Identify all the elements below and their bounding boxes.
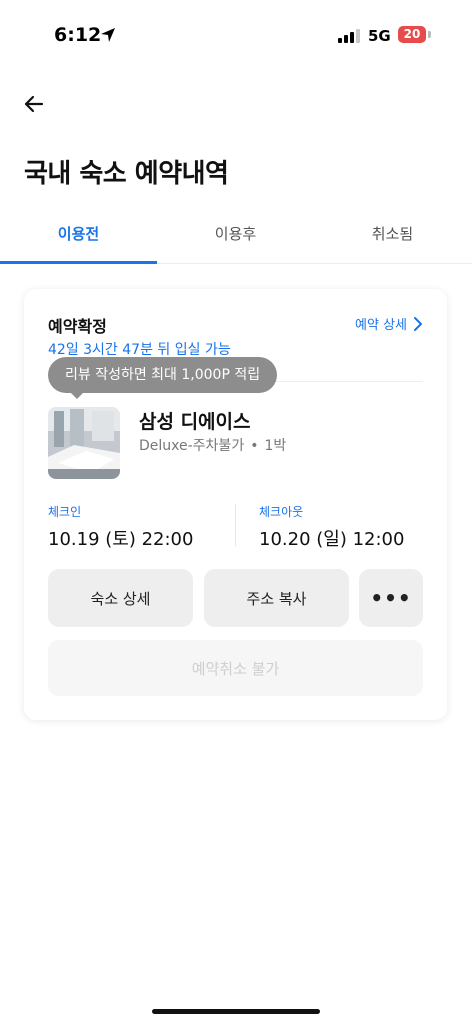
tab-before-use[interactable]: 이용전 xyxy=(0,223,157,244)
copy-address-button[interactable]: 주소 복사 xyxy=(204,569,349,627)
location-arrow-icon xyxy=(101,28,115,42)
cancel-unavailable-button[interactable]: 예약취소 불가 xyxy=(48,640,423,696)
review-points-tooltip: 리뷰 작성하면 최대 1,000P 적립 xyxy=(48,357,278,399)
battery-tip xyxy=(428,31,431,38)
network-type: 5G xyxy=(368,27,391,45)
tooltip-tail xyxy=(70,392,84,399)
battery-icon: 20 xyxy=(398,26,426,43)
checkout-value: 10.20 (일) 12:00 xyxy=(259,529,405,550)
back-arrow-icon[interactable] xyxy=(18,88,50,120)
tab-bar: 이용전 이용후 취소됨 xyxy=(0,205,472,264)
status-bar: 6:12 5G 20 xyxy=(0,0,472,70)
hotel-name: 삼성 디에이스 xyxy=(139,411,251,433)
hotel-detail-button[interactable]: 숙소 상세 xyxy=(48,569,193,627)
cellular-signal-icon xyxy=(338,28,362,43)
reservation-detail-label: 예약 상세 xyxy=(355,318,407,333)
page-title: 국내 숙소 예약내역 xyxy=(24,159,229,189)
checkin-value: 10.19 (토) 22:00 xyxy=(48,529,194,550)
checkin-label: 체크인 xyxy=(48,505,82,519)
nights: 1박 xyxy=(264,438,287,454)
checkout-label: 체크아웃 xyxy=(259,505,304,519)
room-type: Deluxe-주차불가 xyxy=(139,438,245,454)
chevron-right-icon xyxy=(414,316,422,331)
more-options-button[interactable]: ••• xyxy=(359,569,423,627)
reservation-detail-link[interactable]: 예약 상세 xyxy=(355,314,423,333)
tab-after-use[interactable]: 이용후 xyxy=(157,223,314,244)
status-time: 6:12 xyxy=(54,24,102,46)
reservation-card: 예약확정 예약 상세 42일 3시간 47분 뒤 입실 가능 리뷰 작성하면 최… xyxy=(24,289,447,720)
tab-active-indicator xyxy=(0,261,157,264)
hotel-thumbnail[interactable] xyxy=(48,407,120,479)
separator-dot: • xyxy=(250,438,259,454)
tab-cancelled[interactable]: 취소됨 xyxy=(314,223,471,244)
tooltip-text: 리뷰 작성하면 최대 1,000P 적립 xyxy=(65,367,261,383)
home-indicator xyxy=(152,1009,320,1014)
checkin-checkout-divider xyxy=(235,504,236,546)
room-info: Deluxe-주차불가 • 1박 xyxy=(139,435,286,455)
reservation-status: 예약확정 xyxy=(48,317,107,336)
checkin-countdown: 42일 3시간 47분 뒤 입실 가능 xyxy=(48,342,231,358)
